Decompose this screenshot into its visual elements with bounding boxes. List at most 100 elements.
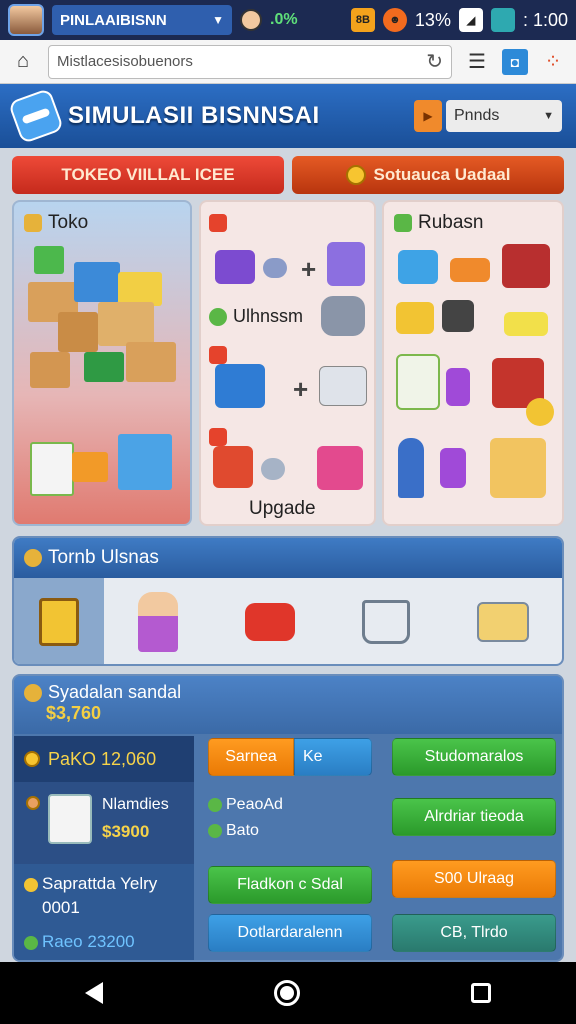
period-select-value: Pnnds xyxy=(454,107,500,124)
team-clipboard[interactable] xyxy=(14,578,104,664)
browser-tab[interactable]: PINLAAIBISNN ▼ xyxy=(52,5,232,35)
car-icon xyxy=(321,296,365,336)
system-nav-bar xyxy=(0,962,576,1024)
stat-sales-label: Saprattda Yelry xyxy=(42,874,158,893)
stats-section: Syadalan sandal $3,760 PaKO 12,060 Nlamd… xyxy=(12,674,564,962)
sarnea-button[interactable]: Sarnea xyxy=(208,738,294,776)
badge-text: 8B xyxy=(355,14,370,26)
notification-icon: ☻ xyxy=(382,8,407,32)
chevron-down-icon: ▼ xyxy=(543,110,554,122)
yellow-item-icon xyxy=(504,312,548,336)
middle-label-2: Upgade xyxy=(249,498,316,519)
tab-title: PINLAAIBISNN xyxy=(60,11,167,29)
coin-icon xyxy=(24,935,38,950)
fire-icon xyxy=(209,346,227,364)
home-circle-icon[interactable] xyxy=(273,980,300,1006)
fladkon-button[interactable]: Fladkon c Sdal xyxy=(208,866,372,904)
register-icon xyxy=(213,446,253,488)
coin-icon xyxy=(24,877,38,892)
sarnea-label: Sarnea xyxy=(225,748,277,765)
flag-icon[interactable]: ▶ xyxy=(414,100,442,132)
studom-label: Studomaralos xyxy=(424,748,524,765)
purchase-panel[interactable]: Rubasn xyxy=(382,200,564,526)
fire-icon xyxy=(209,428,227,446)
recents-icon[interactable] xyxy=(470,983,491,1003)
period-select[interactable]: Pnnds ▼ xyxy=(446,100,562,132)
avatar xyxy=(8,4,44,36)
team-section: Tornb Ulsnas xyxy=(12,536,564,666)
clock: : 1:00 xyxy=(522,9,568,30)
document-icon xyxy=(48,794,92,844)
gold-box-icon xyxy=(396,302,434,334)
employee-icon[interactable] xyxy=(137,592,178,652)
stat-items-label: Nlamdies xyxy=(102,796,169,813)
bin-icon xyxy=(440,448,466,488)
toko-panel[interactable]: Toko xyxy=(12,200,192,526)
stats-column: PaKO 12,060 Nlamdies $3900 Saprattda Yel… xyxy=(14,736,194,960)
s00-button[interactable]: S00 Ulraag xyxy=(392,860,556,898)
delivery-car-icon[interactable] xyxy=(244,603,295,641)
menu-dots-icon[interactable]: ⁘ xyxy=(540,49,566,75)
url-input[interactable]: Mistlacesisobuenors ↻ xyxy=(48,44,452,79)
stat-cash: PaKO 12,060 xyxy=(14,736,194,782)
stat-items-value: $3900 xyxy=(102,822,150,841)
badge-icon: 8B xyxy=(350,8,375,32)
fire-icon xyxy=(209,214,227,232)
check-icon xyxy=(208,823,222,838)
tool-icon xyxy=(263,258,287,278)
check-icon xyxy=(208,797,222,812)
plus-icon: + xyxy=(293,374,309,404)
worker-icon xyxy=(398,438,424,498)
middle-label-1: Ulhnssm xyxy=(233,306,304,326)
battery-percent: 13% xyxy=(414,9,451,30)
reader-icon[interactable]: ☰ xyxy=(464,49,490,75)
cb-label: CB, Tlrdo xyxy=(440,924,508,941)
home-icon[interactable]: ⌂ xyxy=(10,49,36,75)
ke-button[interactable]: Ke xyxy=(294,738,372,776)
stock-banner-label: Sotuauca Uadaal xyxy=(373,165,511,184)
peaoad-item: PeaoAd xyxy=(208,796,283,814)
shopping-cart-icon[interactable] xyxy=(361,600,410,644)
studom-button[interactable]: Studomaralos xyxy=(392,738,556,776)
green-percent: .0% xyxy=(270,11,298,28)
coin-icon xyxy=(526,398,554,426)
orange-box-icon xyxy=(450,258,490,282)
app-logo-icon xyxy=(7,87,65,145)
browser-toolbar: ⌂ Mistlacesisobuenors ↻ ☰ ◘ ⁘ xyxy=(0,40,576,84)
s00-label: S00 Ulraag xyxy=(433,870,515,887)
right-panel-title: Rubasn xyxy=(418,212,484,233)
stats-value: $3,760 xyxy=(46,703,102,723)
back-icon[interactable] xyxy=(85,982,104,1004)
dotlard-button[interactable]: Dotlardaralenn xyxy=(208,914,372,952)
bato-label: Bato xyxy=(226,822,259,839)
clipboard-icon xyxy=(39,598,79,646)
package-icon xyxy=(490,438,546,498)
store-banner-button[interactable]: TOKEO VIILLAL ICEE xyxy=(12,156,284,194)
ke-label: Ke xyxy=(303,748,323,765)
fladkon-label: Fladkon c Sdal xyxy=(237,876,343,893)
cb-button[interactable]: CB, Tlrdo xyxy=(392,914,556,952)
chevron-down-icon[interactable]: ▼ xyxy=(212,13,224,27)
coin-icon xyxy=(345,165,366,185)
tabs-icon[interactable]: ◘ xyxy=(502,48,528,75)
reload-icon[interactable]: ↻ xyxy=(426,49,443,74)
bato-item: Bato xyxy=(208,822,259,840)
fridge-icon xyxy=(396,354,440,410)
blue-box-icon xyxy=(398,250,438,284)
bag-icon xyxy=(442,300,474,332)
coin-icon xyxy=(26,796,40,810)
dotlard-label: Dotlardaralenn xyxy=(237,924,343,941)
peaoad-label: PeaoAd xyxy=(226,796,283,813)
check-icon xyxy=(24,549,42,567)
url-text: Mistlacesisobuenors xyxy=(57,53,193,70)
truck-icon[interactable] xyxy=(476,602,529,642)
production-panel[interactable]: + Ulhnssm + Upgade xyxy=(199,200,376,526)
stock-banner-button[interactable]: Sotuauca Uadaal xyxy=(292,156,564,194)
shelf-icon xyxy=(502,244,550,288)
alrdriar-button[interactable]: Alrdriar tieoda xyxy=(392,798,556,836)
appliance-icon xyxy=(319,366,367,406)
bin-icon xyxy=(446,368,470,406)
stat-sales-sub: 0001 xyxy=(42,898,80,917)
signal-icon: ◢ xyxy=(458,8,483,32)
cart-icon xyxy=(317,446,363,490)
